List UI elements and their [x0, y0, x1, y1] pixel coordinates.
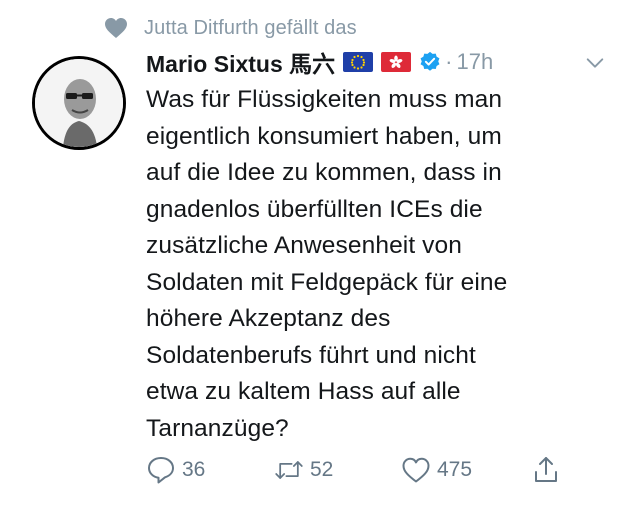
- author-name[interactable]: Mario Sixtus 馬六: [146, 45, 335, 79]
- reply-icon: [148, 457, 174, 484]
- eu-flag-icon: [343, 52, 374, 72]
- avatar-photo: [35, 59, 123, 147]
- tweet-text: Was für Flüssigkeiten muss man eigentlic…: [146, 86, 508, 442]
- like-heart-icon: [402, 457, 430, 483]
- separator: ·: [445, 49, 453, 74]
- heart-icon: [105, 18, 127, 38]
- avatar[interactable]: [32, 56, 126, 150]
- like-count: 475: [437, 458, 473, 481]
- tweet-actions: 36 52 475: [146, 450, 586, 490]
- verified-badge-icon: [420, 51, 440, 71]
- chevron-down-icon[interactable]: [584, 52, 606, 74]
- social-context: Jutta Ditfurth gefällt das: [104, 12, 357, 44]
- retweet-button[interactable]: 52: [274, 450, 333, 490]
- retweet-icon: [275, 461, 303, 479]
- hong-kong-flag-icon: [381, 52, 412, 72]
- retweet-count: 52: [310, 458, 334, 481]
- reply-button[interactable]: 36: [146, 450, 205, 490]
- like-button[interactable]: 475: [401, 450, 472, 490]
- reply-count: 36: [182, 458, 206, 481]
- tweet-header: Mario Sixtus 馬六 · 17h: [146, 46, 616, 78]
- social-context-text: Jutta Ditfurth gefällt das: [144, 16, 357, 39]
- timestamp[interactable]: 17h: [456, 49, 493, 75]
- share-icon: [535, 457, 557, 482]
- share-button[interactable]: [531, 450, 561, 490]
